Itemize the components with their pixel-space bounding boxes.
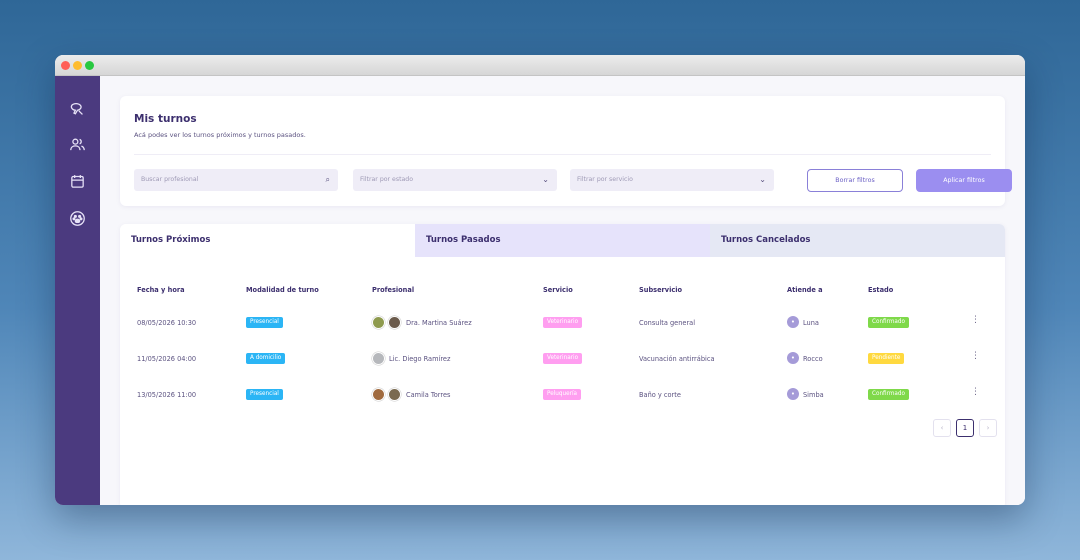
row-professional: Dra. Martina Suárez [406, 319, 472, 327]
avatar [372, 316, 385, 329]
row-subservice: Consulta general [639, 319, 696, 327]
service-badge: Peluquería [543, 389, 582, 400]
service-badge: Veterinario [543, 353, 583, 364]
row-professional: Lic. Diego Ramírez [389, 355, 451, 363]
column-header-attends: Atiende a [787, 286, 823, 294]
row-pet: Luna [803, 319, 819, 327]
row-pet: Rocco [803, 355, 823, 363]
service-badge: Veterinario [543, 317, 583, 328]
row-menu-icon[interactable]: ⋮ [971, 316, 980, 325]
column-header-service: Servicio [543, 286, 573, 294]
row-date: 13/05/2026 11:00 [137, 391, 197, 399]
column-header-subservice: Subservicio [639, 286, 683, 294]
pagination-page-1[interactable]: 1 [956, 419, 974, 437]
row-pet: Simba [803, 391, 824, 399]
status-badge: Pendiente [868, 353, 905, 364]
column-header-date: Fecha y hora [137, 286, 185, 294]
row-subservice: Baño y corte [639, 391, 681, 399]
apply-filters-button[interactable]: Aplicar filtros [916, 169, 1012, 192]
row-professional: Camila Torres [406, 391, 451, 399]
avatar [372, 388, 385, 401]
chevron-down-icon: ⌄ [542, 175, 549, 184]
service-filter-select[interactable]: Filtrar por servicio ⌄ [570, 169, 774, 191]
filters-card: Mis turnos Acá podes ver los turnos próx… [120, 96, 1012, 206]
close-window-button[interactable] [61, 61, 70, 70]
tab-cancelled[interactable]: Turnos Cancelados [710, 224, 1005, 257]
row-menu-icon[interactable]: ⋮ [971, 352, 980, 361]
page-title: Mis turnos [134, 113, 197, 125]
tab-past[interactable]: Turnos Pasados [415, 224, 710, 257]
status-badge: Confirmado [868, 389, 909, 400]
avatar [388, 388, 401, 401]
title-bar [55, 55, 1025, 76]
column-header-status: Estado [868, 286, 894, 294]
row-date: 11/05/2026 04:00 [137, 355, 197, 363]
modality-badge: Presencial [246, 317, 283, 328]
search-professional-input[interactable]: Buscar profesional ⌕ [134, 169, 338, 191]
chevron-down-icon: ⌄ [759, 175, 766, 184]
modality-badge: A domicilio [246, 353, 286, 364]
column-header-modality: Modalidad de turno [246, 286, 319, 294]
pagination-next-button[interactable]: › [979, 419, 997, 437]
row-subservice: Vacunación antirrábica [639, 355, 715, 363]
avatar [372, 352, 385, 365]
pet-avatar-icon: • [787, 388, 799, 400]
pet-paw-icon[interactable] [69, 210, 86, 227]
search-icon: ⌕ [325, 175, 330, 184]
search-placeholder: Buscar profesional [141, 176, 199, 183]
services-icon[interactable] [69, 101, 86, 118]
avatar [388, 316, 401, 329]
row-date: 08/05/2026 10:30 [137, 319, 197, 327]
divider [134, 154, 991, 155]
column-header-professional: Profesional [372, 286, 415, 294]
users-icon[interactable] [69, 136, 86, 153]
minimize-window-button[interactable] [73, 61, 82, 70]
status-filter-placeholder: Filtrar por estado [360, 176, 414, 183]
maximize-window-button[interactable] [85, 61, 94, 70]
modality-badge: Presencial [246, 389, 283, 400]
pagination-prev-button[interactable]: ‹ [933, 419, 951, 437]
browser-window: Mis turnos Acá podes ver los turnos próx… [55, 55, 1025, 505]
clear-filters-button[interactable]: Borrar filtros [807, 169, 903, 192]
status-filter-select[interactable]: Filtrar por estado ⌄ [353, 169, 557, 191]
appointments-panel: Turnos Próximos Turnos Pasados Turnos Ca… [120, 224, 1005, 505]
status-badge: Confirmado [868, 317, 909, 328]
sidebar [55, 76, 100, 505]
page-subtitle: Acá podes ver los turnos próximos y turn… [134, 131, 306, 139]
pet-avatar-icon: • [787, 316, 799, 328]
main-content: Mis turnos Acá podes ver los turnos próx… [100, 76, 1025, 505]
calendar-icon[interactable] [69, 173, 86, 190]
service-filter-placeholder: Filtrar por servicio [577, 176, 633, 183]
tab-upcoming[interactable]: Turnos Próximos [120, 224, 415, 257]
row-menu-icon[interactable]: ⋮ [971, 388, 980, 397]
pet-avatar-icon: • [787, 352, 799, 364]
